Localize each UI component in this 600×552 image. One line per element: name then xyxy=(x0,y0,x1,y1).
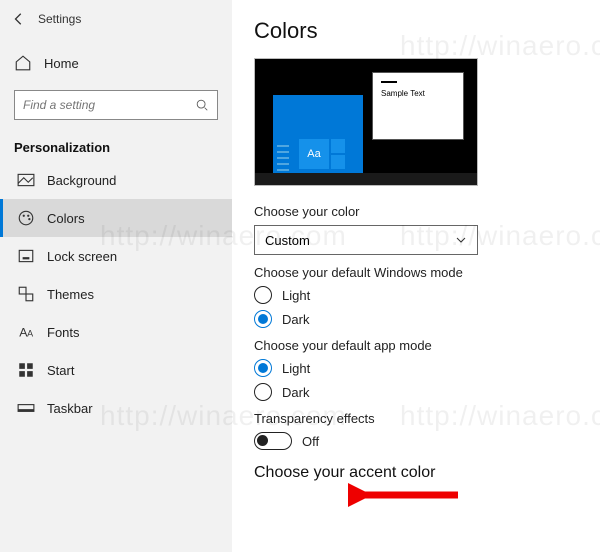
preview-taskbar xyxy=(255,173,477,185)
nav-item-label: Colors xyxy=(47,211,85,226)
preview-sample-text: Sample Text xyxy=(381,89,463,98)
fonts-icon: AA xyxy=(17,323,35,341)
choose-color-dropdown[interactable]: Custom xyxy=(254,225,478,255)
transparency-label: Transparency effects xyxy=(254,411,578,426)
nav-item-themes[interactable]: Themes xyxy=(0,275,232,313)
radio-icon-selected xyxy=(254,359,272,377)
nav-item-colors[interactable]: Colors xyxy=(0,199,232,237)
radio-label: Light xyxy=(282,361,310,376)
preview-tile-small-1 xyxy=(331,155,345,169)
nav-item-label: Start xyxy=(47,363,74,378)
nav-item-fonts[interactable]: AA Fonts xyxy=(0,313,232,351)
transparency-toggle[interactable] xyxy=(254,432,292,450)
nav-item-start[interactable]: Start xyxy=(0,351,232,389)
preview-tile-aa: Aa xyxy=(299,139,329,169)
nav-item-taskbar[interactable]: Taskbar xyxy=(0,389,232,427)
radio-icon-selected xyxy=(254,310,272,328)
nav-item-lock-screen[interactable]: Lock screen xyxy=(0,237,232,275)
dropdown-value: Custom xyxy=(265,233,310,248)
search-input[interactable] xyxy=(23,98,195,112)
radio-icon xyxy=(254,286,272,304)
accent-color-title: Choose your accent color xyxy=(254,464,578,482)
svg-text:A: A xyxy=(27,329,33,339)
color-preview: Aa Sample Text xyxy=(254,58,478,186)
preview-side-items xyxy=(277,145,291,171)
toggle-knob xyxy=(257,435,268,446)
app-mode-light[interactable]: Light xyxy=(254,359,578,377)
app-mode-dark[interactable]: Dark xyxy=(254,383,578,401)
start-icon xyxy=(17,361,35,379)
nav-home[interactable]: Home xyxy=(0,46,232,80)
nav-item-label: Themes xyxy=(47,287,94,302)
taskbar-icon xyxy=(17,399,35,417)
windows-mode-label: Choose your default Windows mode xyxy=(254,265,578,280)
nav-item-label: Lock screen xyxy=(47,249,117,264)
radio-label: Dark xyxy=(282,312,309,327)
back-button[interactable] xyxy=(6,6,32,32)
themes-icon xyxy=(17,285,35,303)
app-mode-label: Choose your default app mode xyxy=(254,338,578,353)
windows-mode-light[interactable]: Light xyxy=(254,286,578,304)
content-area: Colors Aa Sample Text Choose your color … xyxy=(232,0,600,552)
section-header: Personalization xyxy=(0,128,232,161)
windows-mode-dark[interactable]: Dark xyxy=(254,310,578,328)
arrow-left-icon xyxy=(12,12,26,26)
page-title: Colors xyxy=(254,18,578,44)
picture-icon xyxy=(17,171,35,189)
choose-color-label: Choose your color xyxy=(254,204,578,219)
nav-item-label: Background xyxy=(47,173,116,188)
search-icon xyxy=(195,98,209,112)
radio-icon xyxy=(254,383,272,401)
search-input-wrapper[interactable] xyxy=(14,90,218,120)
palette-icon xyxy=(17,209,35,227)
home-icon xyxy=(14,54,32,72)
lock-screen-icon xyxy=(17,247,35,265)
titlebar-label: Settings xyxy=(38,12,81,26)
titlebar: Settings xyxy=(0,0,232,38)
sidebar: Settings Home Personalization Background… xyxy=(0,0,232,552)
chevron-down-icon xyxy=(455,234,467,246)
radio-label: Light xyxy=(282,288,310,303)
preview-app-window: Sample Text xyxy=(373,73,463,139)
preview-tile-small-2 xyxy=(331,139,345,153)
toggle-state: Off xyxy=(302,434,319,449)
nav-home-label: Home xyxy=(44,56,79,71)
nav-item-label: Fonts xyxy=(47,325,80,340)
nav-item-label: Taskbar xyxy=(47,401,93,416)
radio-label: Dark xyxy=(282,385,309,400)
nav-item-background[interactable]: Background xyxy=(0,161,232,199)
